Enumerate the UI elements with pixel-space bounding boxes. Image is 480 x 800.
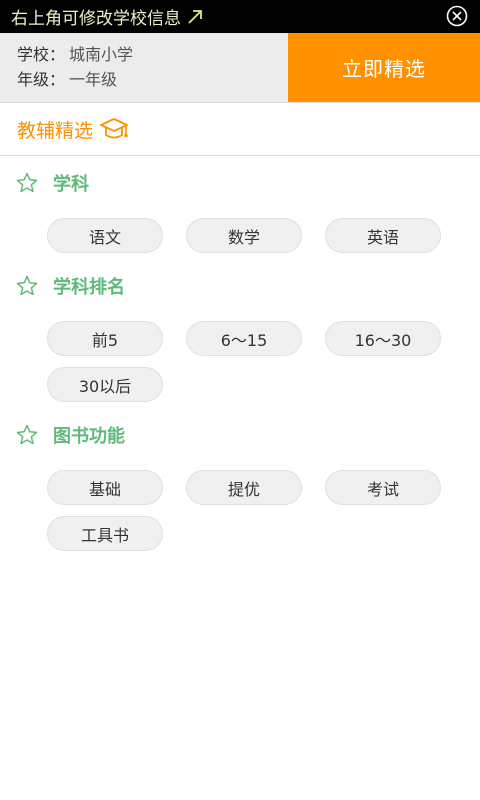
school-value: 城南小学 — [69, 45, 134, 64]
star-outline-icon — [16, 424, 38, 445]
grade-value: 一年级 — [69, 70, 118, 89]
option-chip[interactable]: 6～15 — [186, 321, 302, 356]
option-chip[interactable]: 英语 — [325, 218, 441, 253]
arrow-up-right-icon — [186, 8, 204, 26]
graduation-cap-icon — [99, 116, 129, 142]
group-title: 图书功能 — [53, 426, 125, 447]
option-chip[interactable]: 语文 — [47, 218, 163, 253]
option-chip[interactable]: 基础 — [47, 470, 163, 505]
option-chip[interactable]: 工具书 — [47, 516, 163, 551]
option-chip[interactable]: 30以后 — [47, 367, 163, 402]
group-header-subject: 学科 — [16, 170, 89, 196]
select-now-button[interactable]: 立即精选 — [288, 33, 480, 102]
option-chip[interactable]: 数学 — [186, 218, 302, 253]
group-title: 学科 — [53, 174, 89, 195]
grade-row: 年级： 一年级 — [17, 67, 133, 92]
option-chip[interactable]: 16～30 — [325, 321, 441, 356]
section-title: 教辅精选 — [17, 119, 94, 142]
school-row: 学校： 城南小学 — [17, 42, 133, 67]
group-header-ranking: 学科排名 — [16, 273, 125, 299]
close-icon[interactable] — [446, 5, 468, 27]
star-outline-icon — [16, 275, 38, 296]
grade-label: 年级： — [17, 70, 66, 89]
school-label: 学校： — [17, 45, 66, 64]
option-chip[interactable]: 前5 — [47, 321, 163, 356]
group-header-book-function: 图书功能 — [16, 422, 125, 448]
option-chip[interactable]: 考试 — [325, 470, 441, 505]
group-title: 学科排名 — [53, 277, 125, 298]
section-header: 教辅精选 — [0, 103, 480, 156]
banner-text: 右上角可修改学校信息 — [11, 9, 181, 29]
top-banner: 右上角可修改学校信息 — [0, 0, 480, 33]
option-chip[interactable]: 提优 — [186, 470, 302, 505]
star-outline-icon — [16, 172, 38, 193]
